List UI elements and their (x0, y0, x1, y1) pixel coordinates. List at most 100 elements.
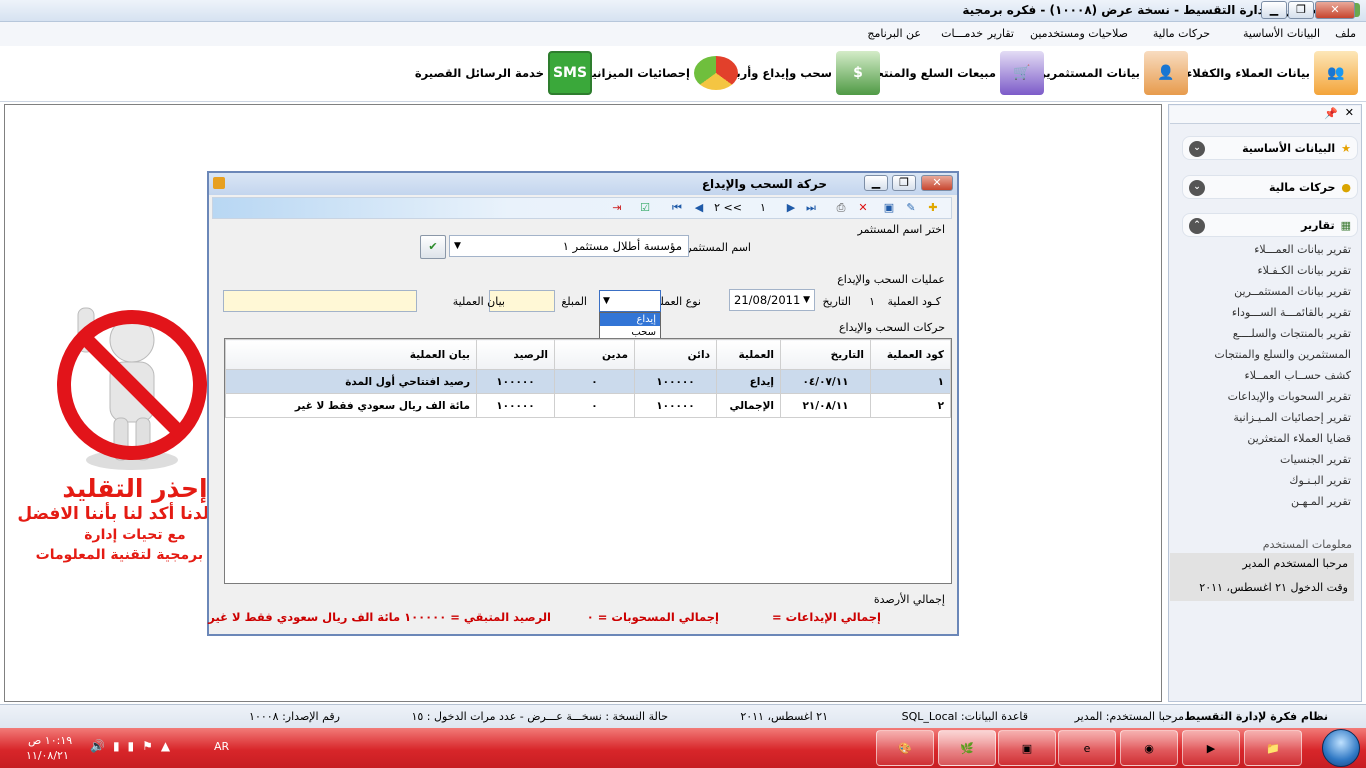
dialog-minimize-button[interactable]: ▁ (864, 175, 888, 191)
report-link[interactable]: تقرير بالقائمـــة الســـوداء (1232, 306, 1351, 319)
col-code[interactable]: كود العملية (870, 339, 951, 370)
menu-reports[interactable]: تقارير (988, 27, 1014, 40)
star-icon: ★ (1341, 141, 1351, 155)
remaining-balance: الرصيد المتبقي = ١٠٠٠٠٠ مائة الف ريال سع… (208, 610, 551, 624)
toolbar-deposit[interactable]: $ سحب وإيداع وأرباح (724, 50, 880, 96)
taskbar-paint[interactable]: 🎨 (876, 730, 934, 766)
date-picker[interactable]: 21/08/2011 ▼ (729, 289, 815, 311)
report-link[interactable]: تقرير بيانات العمـــلاء (1254, 243, 1351, 256)
table-row[interactable]: ٢ ٢١/٠٨/١١ الإجمالي ١٠٠٠٠٠ ٠ ١٠٠٠٠٠ مائة… (225, 393, 951, 418)
add-icon[interactable]: ✚ (925, 201, 941, 215)
close-button[interactable]: ✕ (1315, 1, 1355, 19)
tray-icons[interactable]: 🔊▮▮⚑▲ (90, 739, 178, 753)
edit-icon[interactable]: ✎ (903, 201, 919, 215)
chevron-down-icon[interactable]: ⌄ (1189, 141, 1205, 157)
col-credit[interactable]: دائن (634, 339, 717, 370)
menu-about[interactable]: عن البرنامج (867, 27, 921, 40)
clock-time[interactable]: ١٠:١٩ ص (28, 734, 72, 747)
section-basic-data[interactable]: ★ البيانات الأساسية ⌄ (1182, 136, 1358, 160)
report-link[interactable]: كشف حســاب العمــلاء (1245, 369, 1351, 382)
operation-type-select[interactable]: ▼ (599, 290, 661, 312)
record-counter: ١ (760, 201, 766, 214)
report-link[interactable]: تقرير بالمنتجات والسلــــع (1233, 327, 1351, 340)
restore-button[interactable]: ❐ (1288, 1, 1314, 19)
investor-select[interactable]: مؤسسة أطلال مستثمر ١ ▼ (449, 235, 689, 257)
report-link[interactable]: تقرير الجنسيات (1280, 453, 1351, 466)
cart-icon: 🛒 (1000, 51, 1044, 95)
menubar: ملف البيانات الأساسية حركات مالية صلاحيا… (0, 22, 1366, 46)
warning-graphic (40, 290, 220, 480)
delete-icon[interactable]: ✕ (855, 201, 871, 215)
main-toolbar: 👥 بيانات العملاء والكفلاء 👤 بيانات المست… (0, 46, 1366, 102)
report-link[interactable]: تقرير المـهـن (1291, 495, 1351, 508)
toolbar-customers[interactable]: 👥 بيانات العملاء والكفلاء (1186, 50, 1358, 96)
toolbar-sms[interactable]: SMS خدمة الرسائل القصيرة (415, 50, 592, 96)
amount-label: المبلغ (561, 295, 587, 308)
taskbar: 📁 ▶ ◉ e ▣ 🌿 🎨 AR 🔊▮▮⚑▲ ١٠:١٩ ص ١١/٠٨/٢١ (0, 728, 1366, 768)
report-link[interactable]: تقرير بيانات المستثمــرين (1234, 285, 1351, 298)
dialog-restore-button[interactable]: ❐ (892, 175, 916, 191)
moves-group-label: حركات السحب والإيداع (838, 321, 945, 334)
date-label: التاريخ (822, 295, 851, 308)
table-row[interactable]: ١ ٠٤/٠٧/١١ إيداع ١٠٠٠٠٠ ٠ ١٠٠٠٠٠ رصيد اف… (225, 369, 951, 394)
panel-close-icon[interactable]: ✕ (1345, 106, 1354, 119)
version-number: رقم الإصدار: ١٠٠٠٨ (249, 710, 340, 723)
taskbar-ie[interactable]: e (1058, 730, 1116, 766)
menu-permissions[interactable]: صلاحيات ومستخدمين (1030, 27, 1128, 40)
save-icon[interactable]: ▣ (881, 201, 897, 215)
report-link[interactable]: المستثمرين والسلع والمنتجات (1214, 348, 1351, 361)
investor-icon: 👤 (1144, 51, 1188, 95)
start-button[interactable] (1322, 729, 1360, 767)
toolbar-investors[interactable]: 👤 بيانات المستثمرين (1036, 50, 1188, 96)
prev-record-icon[interactable]: ◀ (691, 201, 707, 215)
taskbar-folder[interactable]: 📁 (1244, 730, 1302, 766)
language-indicator[interactable]: AR (214, 740, 229, 753)
taskbar-app[interactable]: 🌿 (938, 730, 996, 766)
print-icon[interactable]: ⎙ (833, 201, 849, 215)
coins-icon: ● (1341, 180, 1351, 194)
description-input[interactable] (223, 290, 417, 312)
confirm-investor-button[interactable]: ✔ (420, 235, 446, 259)
menu-financial[interactable]: حركات مالية (1153, 27, 1210, 40)
report-link[interactable]: تقرير السحوبات والإيداعات (1228, 390, 1351, 403)
chevron-down-icon: ▼ (803, 295, 810, 305)
col-date[interactable]: التاريخ (780, 339, 871, 370)
report-link[interactable]: قضايا العملاء المتعثرين (1247, 432, 1351, 445)
menu-file[interactable]: ملف (1335, 27, 1356, 40)
next-record-icon[interactable]: ▶ (783, 201, 799, 215)
minimize-button[interactable]: ▁ (1261, 1, 1287, 19)
report-link[interactable]: تقرير البـنـوك (1289, 474, 1351, 487)
col-description[interactable]: بيان العملية (225, 339, 477, 370)
menu-basic-data[interactable]: البيانات الأساسية (1243, 27, 1320, 40)
checklist-icon[interactable]: ☑ (637, 201, 653, 215)
dialog-toolbar: ✚ ✎ ▣ ✕ ⎙ ⏭ ▶ ١ ٢ << ◀ ⏮ ☑ ⇥ (212, 197, 952, 219)
report-link[interactable]: تقرير إحصائيات المـيـزانية (1233, 411, 1351, 424)
section-financial[interactable]: ● حركات مالية ⌄ (1182, 175, 1358, 199)
toolbar-sales[interactable]: 🛒 مبيعات السلع والمنتجات (860, 50, 1044, 96)
taskbar-media[interactable]: ▶ (1182, 730, 1240, 766)
report-link[interactable]: تقرير بيانات الكـفـلاء (1257, 264, 1351, 277)
toolbar-statistics[interactable]: إحصائيات الميزانية (585, 50, 738, 96)
user-welcome: مرحبا المستخدم المدير (1170, 553, 1354, 577)
menu-services[interactable]: خدمـــات (941, 27, 983, 40)
last-record-icon[interactable]: ⏭ (803, 201, 819, 215)
option-deposit[interactable]: إيداع (600, 313, 660, 326)
taskbar-chrome[interactable]: ◉ (1120, 730, 1178, 766)
ops-group-label: عمليات السحب والإيداع (837, 273, 945, 286)
chevron-down-icon[interactable]: ⌄ (1189, 180, 1205, 196)
pin-icon[interactable]: 📌 (1324, 107, 1338, 120)
total-withdrawals: إجمالي المسحوبات = ٠ (586, 610, 719, 624)
chevron-up-icon[interactable]: ⌃ (1189, 218, 1205, 234)
dialog-close-button[interactable]: ✕ (921, 175, 953, 191)
record-total: ٢ << (714, 201, 742, 214)
dialog-icon (213, 177, 225, 189)
col-operation[interactable]: العملية (716, 339, 781, 370)
first-record-icon[interactable]: ⏮ (669, 201, 685, 215)
exit-icon[interactable]: ⇥ (609, 201, 625, 215)
taskbar-vs[interactable]: ▣ (998, 730, 1056, 766)
moves-grid: كود العملية التاريخ العملية دائن مدين ال… (224, 338, 952, 584)
col-balance[interactable]: الرصيد (476, 339, 555, 370)
section-reports[interactable]: ▦ تقارير ⌃ (1182, 213, 1358, 237)
clock-date[interactable]: ١١/٠٨/٢١ (26, 749, 69, 762)
col-debit[interactable]: مدين (554, 339, 635, 370)
